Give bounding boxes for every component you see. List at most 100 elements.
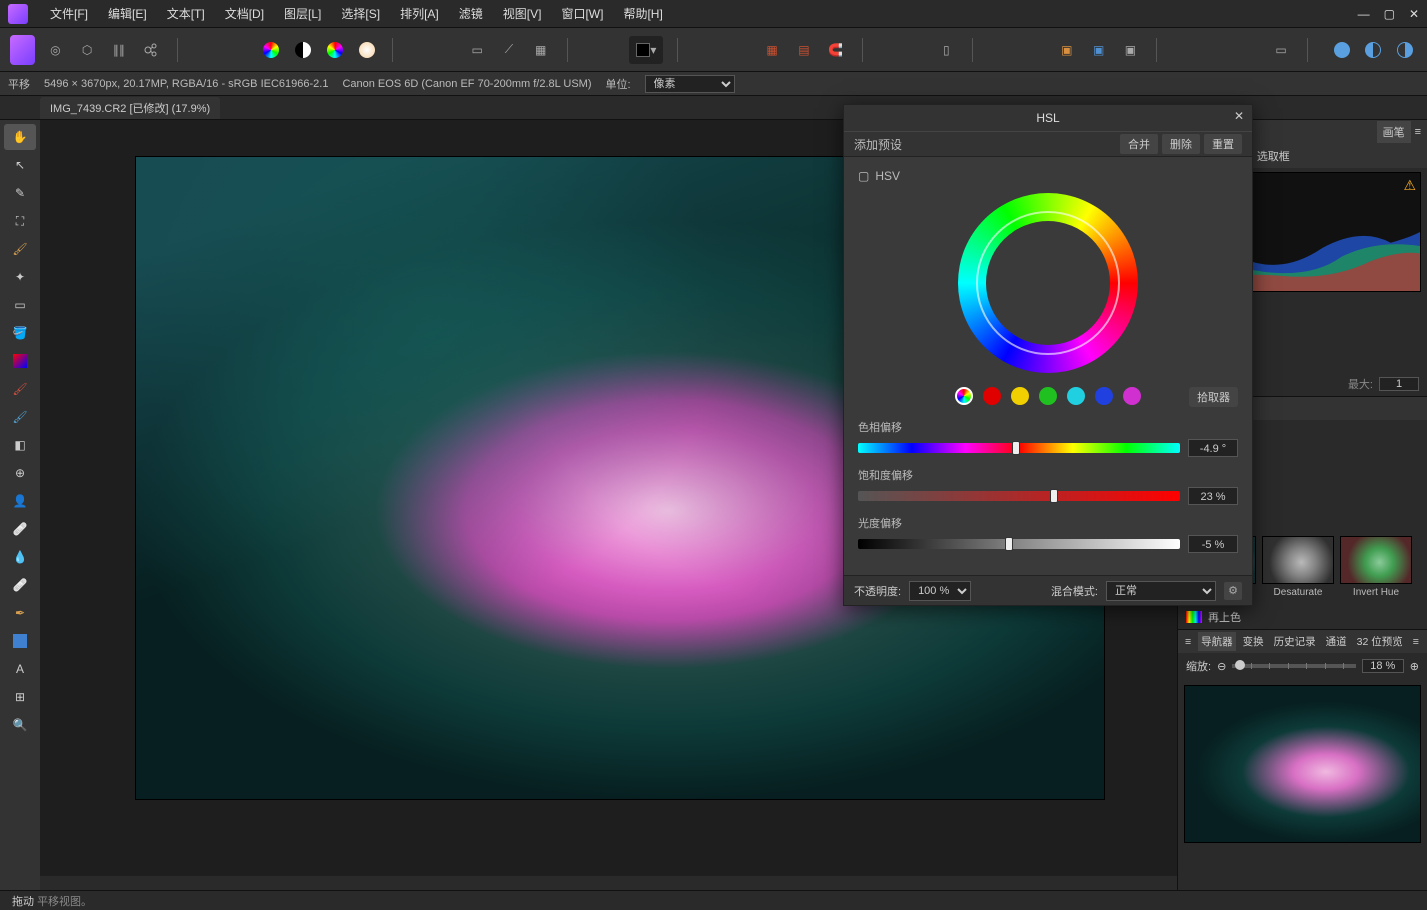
inpaint-tool-icon[interactable]: 👤: [4, 488, 36, 514]
window-maximize-icon[interactable]: ▢: [1384, 7, 1395, 21]
persona-export-icon[interactable]: [139, 36, 163, 64]
merge-button[interactable]: 合并: [1120, 134, 1158, 154]
close-icon[interactable]: ✕: [1234, 109, 1244, 123]
rectangle-tool-icon[interactable]: [4, 628, 36, 654]
gear-icon[interactable]: ⚙: [1224, 582, 1242, 600]
persona-liquify-icon[interactable]: ◎: [43, 36, 67, 64]
menu-edit[interactable]: 编辑[E]: [98, 1, 157, 26]
horizontal-scrollbar[interactable]: [40, 876, 1177, 890]
hue-slider[interactable]: [858, 443, 1180, 453]
persona-develop-icon[interactable]: ⬡: [75, 36, 99, 64]
tab-navigator[interactable]: 导航器: [1198, 632, 1236, 651]
recolor-row[interactable]: 再上色: [1178, 605, 1427, 629]
swatch-green[interactable]: [1039, 387, 1057, 405]
zoom-out-icon[interactable]: ⊖: [1217, 660, 1226, 673]
mesh-tool-icon[interactable]: ⊞: [4, 684, 36, 710]
hsv-checkbox[interactable]: ▢: [858, 169, 869, 183]
bw-adjust-icon[interactable]: [291, 36, 315, 64]
tab-channels[interactable]: 通道: [1323, 632, 1350, 651]
paint-bucket-icon[interactable]: 🪣: [4, 320, 36, 346]
magnet-snap-icon[interactable]: 🧲: [824, 36, 848, 64]
tab-transform[interactable]: 变换: [1240, 632, 1267, 651]
hand-tool-icon[interactable]: ✋: [4, 124, 36, 150]
swatch-all[interactable]: [955, 387, 973, 405]
zoom-input[interactable]: [1362, 659, 1404, 673]
panel-menu-icon[interactable]: ≡: [1415, 126, 1421, 138]
hsl-adjust-icon[interactable]: [323, 36, 347, 64]
marquee-grid-icon[interactable]: ▦: [529, 36, 553, 64]
shape-circle-icon[interactable]: [1330, 36, 1354, 64]
delete-button[interactable]: 删除: [1162, 134, 1200, 154]
clipping-warning-icon[interactable]: ⚠: [1403, 177, 1416, 194]
swatch-blue[interactable]: [1095, 387, 1113, 405]
marquee-diag-icon[interactable]: ⟋: [497, 36, 521, 64]
clone-tool-icon[interactable]: ⊕: [4, 460, 36, 486]
tab-history[interactable]: 历史记录: [1271, 632, 1319, 651]
menu-document[interactable]: 文档[D]: [215, 1, 274, 26]
add-preset-button[interactable]: 添加预设: [854, 136, 1116, 153]
eraser-tool-icon[interactable]: ◧: [4, 432, 36, 458]
flood-select-icon[interactable]: ✦: [4, 264, 36, 290]
saturation-value[interactable]: 23 %: [1188, 487, 1238, 505]
snap-toggle-icon[interactable]: ▤: [792, 36, 816, 64]
menu-layer[interactable]: 图层[L]: [274, 1, 331, 26]
pixel-brush-icon[interactable]: 🖌: [4, 404, 36, 430]
shape-subtract-icon[interactable]: [1393, 36, 1417, 64]
tab-32bit[interactable]: 32 位预览: [1354, 632, 1406, 651]
opacity-select[interactable]: 100 %: [909, 581, 971, 601]
lightness-value[interactable]: -5 %: [1188, 535, 1238, 553]
zoom-in-icon[interactable]: ⊕: [1410, 660, 1419, 673]
max-input[interactable]: [1379, 377, 1419, 391]
heal-tool-icon[interactable]: 🩹: [4, 516, 36, 542]
tab-marquee[interactable]: 选取框: [1251, 145, 1296, 167]
move-tool-icon[interactable]: ↖: [4, 152, 36, 178]
window-close-icon[interactable]: ✕: [1409, 7, 1419, 21]
nav-menu-icon[interactable]: ≡: [1410, 634, 1422, 650]
menu-arrange[interactable]: 排列[A]: [390, 1, 449, 26]
saturation-slider[interactable]: [858, 491, 1180, 501]
assistant-icon[interactable]: ▯: [934, 36, 958, 64]
brush-tool-icon[interactable]: 🖌: [4, 376, 36, 402]
preset-invert-hue[interactable]: Invert Hue: [1340, 536, 1412, 599]
hue-value[interactable]: -4.9 °: [1188, 439, 1238, 457]
lut-adjust-icon[interactable]: [355, 36, 379, 64]
foreground-color-swatch[interactable]: ▾: [629, 36, 663, 64]
marquee-rect-icon[interactable]: ▭: [465, 36, 489, 64]
navigator-preview[interactable]: [1184, 685, 1421, 843]
pen-tool-icon[interactable]: ✒: [4, 600, 36, 626]
swatch-red[interactable]: [983, 387, 1001, 405]
crop-tool-icon[interactable]: ⛶: [4, 208, 36, 234]
zoom-slider[interactable]: [1232, 664, 1356, 668]
swatch-magenta[interactable]: [1123, 387, 1141, 405]
hsl-panel-title[interactable]: HSL ✕: [844, 105, 1252, 131]
menu-select[interactable]: 选择[S]: [331, 1, 390, 26]
window-minimize-icon[interactable]: —: [1358, 7, 1370, 21]
eyedropper-tool-icon[interactable]: ✎: [4, 180, 36, 206]
text-tool-icon[interactable]: A: [4, 656, 36, 682]
color-picker-button[interactable]: 拾取器: [1189, 387, 1238, 407]
blur-tool-icon[interactable]: 💧: [4, 544, 36, 570]
menu-text[interactable]: 文本[T]: [157, 1, 215, 26]
hue-wheel[interactable]: [958, 193, 1138, 373]
lightness-slider[interactable]: [858, 539, 1180, 549]
blend-mode-select[interactable]: 正常: [1106, 581, 1216, 601]
marquee-tool-icon[interactable]: ▭: [4, 292, 36, 318]
arrange-group-icon[interactable]: ▣: [1119, 36, 1143, 64]
preset-desaturate[interactable]: Desaturate: [1262, 536, 1334, 599]
nav-handle-icon[interactable]: ≡: [1182, 634, 1194, 650]
shape-intersect-icon[interactable]: [1361, 36, 1385, 64]
swatch-cyan[interactable]: [1067, 387, 1085, 405]
tab-brush[interactable]: 画笔: [1377, 121, 1411, 143]
persona-photo-icon[interactable]: [10, 35, 35, 65]
persona-tone-icon[interactable]: ∥∥: [107, 36, 131, 64]
menu-window[interactable]: 窗口[W]: [551, 1, 613, 26]
menu-filter[interactable]: 滤镜: [449, 1, 493, 26]
patch-tool-icon[interactable]: 🩹: [4, 572, 36, 598]
gradient-tool-icon[interactable]: [4, 348, 36, 374]
swatch-yellow[interactable]: [1011, 387, 1029, 405]
zoom-tool-icon[interactable]: 🔍: [4, 712, 36, 738]
reset-button[interactable]: 重置: [1204, 134, 1242, 154]
menu-view[interactable]: 视图[V]: [493, 1, 552, 26]
color-wheel-icon[interactable]: [259, 36, 283, 64]
grid-toggle-icon[interactable]: ▦: [760, 36, 784, 64]
